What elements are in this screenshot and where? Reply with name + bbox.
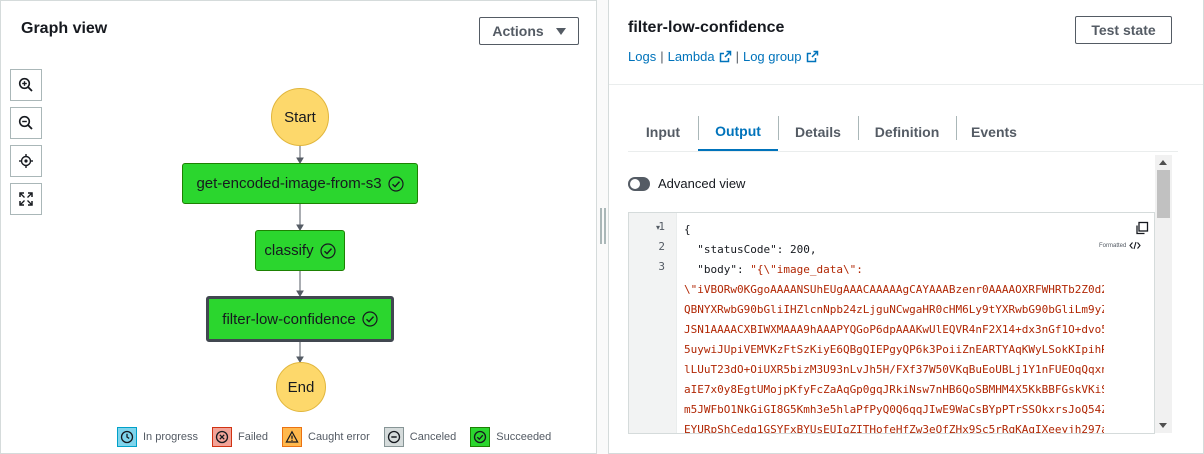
tabs-divider (628, 151, 1178, 152)
formatted-label: Formatted (1099, 242, 1127, 249)
json-value: "{\"image_data\": (750, 263, 863, 276)
start-node: Start (271, 88, 329, 146)
code-content: { "statusCode": 200, "body": "{\"image_d… (684, 220, 1104, 434)
resource-links: Logs | Lambda | Log group (628, 49, 819, 64)
code-brackets-icon (1129, 241, 1142, 250)
code-wrapped-line: m5JWFbO1NkGiGI8G5Kmh3e5hlaPfPyQ0Q6qqJIwE… (684, 403, 1104, 416)
start-label: Start (284, 108, 316, 126)
json-key: "body" (697, 263, 737, 276)
line-number: 2 (658, 240, 665, 253)
legend-canceled: Canceled (383, 427, 457, 447)
code-wrapped-line: QBNYXRwbG90bGliIHZlcnNpb24zLjguNCwgaHR0c… (684, 303, 1104, 316)
log-group-link-label: Log group (742, 49, 802, 64)
legend-label: Failed (238, 431, 268, 443)
external-link-icon (719, 50, 731, 63)
check-circle-icon (362, 311, 378, 327)
state-label: filter-low-confidence (222, 310, 356, 328)
scroll-thumb[interactable] (1157, 170, 1170, 218)
check-circle-icon (387, 175, 404, 192)
advanced-view-label: Advanced view (658, 176, 746, 191)
end-label: End (287, 378, 315, 396)
legend-in-progress: In progress (117, 427, 198, 447)
tab-details[interactable]: Details (778, 112, 858, 152)
code-line: "body": "{\"image_data\": (697, 263, 863, 276)
tab-input[interactable]: Input (628, 112, 698, 152)
legend-succeeded: Succeeded (470, 427, 551, 447)
code-wrapped-line: \"iVBORw0KGgoAAAANSUhEUgAAACAAAAAgCAYAAA… (684, 283, 1104, 296)
code-wrapped-line: EYURpShCedq1GSYFxBYUsEUIgZITHofeHfZw3eOf… (684, 423, 1104, 434)
line-gutter: 1 ▾ 2 3 (629, 213, 677, 433)
splitter-grip (600, 208, 602, 244)
legend-caught-error: Caught error (282, 427, 370, 447)
output-code-editor[interactable]: 1 ▾ 2 3 { "statusCode": 200, "body": "{\… (628, 212, 1155, 434)
formatted-toggle[interactable]: Formatted (1099, 241, 1142, 250)
status-legend: In progress Failed Caught error Canceled… (117, 427, 565, 447)
state-details-panel: filter-low-confidence Test state Logs | … (609, 0, 1204, 454)
state-node-filter-low-confidence[interactable]: filter-low-confidence (206, 296, 394, 342)
code-wrapped-line: JSN1AAAACXBIWXMAAA9hAAAPYQGoP6dpAAAKwUlE… (684, 323, 1104, 336)
code-wrapped-line: aIE7x0y8EgtUMojpKfyFcZaAqGp0gqJRkiNsw7nH… (684, 383, 1104, 396)
copy-icon[interactable] (1135, 221, 1149, 235)
logs-link[interactable]: Logs (628, 49, 656, 64)
legend-label: Succeeded (496, 431, 552, 443)
json-value: 200 (789, 243, 810, 256)
code-wrapped-line: lLUuT23dO+OiUXR5bizM3U93nLvJh5H/FXf37W50… (684, 363, 1104, 376)
test-state-button[interactable]: Test state (1075, 16, 1172, 44)
log-group-link[interactable]: Log group (743, 49, 819, 64)
state-label: classify (264, 242, 314, 259)
state-label: get-encoded-image-from-s3 (196, 175, 382, 192)
tab-events[interactable]: Events (956, 112, 1032, 152)
check-circle-icon (319, 242, 336, 259)
code-wrapped-line: 5uywiJUpiVEMVKzFtSzKiyE6QBgQIEPgyQP6k3Po… (684, 343, 1104, 356)
clock-icon (117, 427, 137, 447)
link-separator: | (735, 49, 739, 64)
advanced-view-toggle-row: Advanced view (628, 176, 745, 191)
tab-definition[interactable]: Definition (858, 112, 956, 152)
legend-failed: Failed (212, 427, 268, 447)
legend-label: In progress (143, 431, 199, 443)
detail-tabs: Input Output Details Definition Events (628, 112, 1032, 152)
scroll-down-icon[interactable] (1159, 423, 1167, 428)
fold-caret-icon[interactable]: ▾ (656, 223, 660, 232)
lambda-link-label: Lambda (667, 49, 715, 64)
tab-output[interactable]: Output (698, 112, 778, 152)
warning-icon (282, 427, 302, 447)
end-node: End (276, 362, 326, 412)
lambda-link[interactable]: Lambda (668, 49, 732, 64)
minus-icon (383, 427, 404, 447)
state-title: filter-low-confidence (628, 19, 785, 36)
panel-splitter[interactable] (597, 0, 609, 454)
line-number: 3 (658, 260, 665, 273)
scroll-up-icon[interactable] (1159, 160, 1167, 165)
splitter-grip (604, 208, 606, 244)
link-separator: | (660, 49, 664, 64)
header-divider (609, 84, 1203, 85)
advanced-view-toggle[interactable] (628, 176, 650, 191)
state-node-get-encoded-image[interactable]: get-encoded-image-from-s3 (182, 163, 418, 204)
check-icon (470, 427, 491, 447)
legend-label: Caught error (308, 431, 370, 443)
legend-label: Canceled (409, 431, 457, 443)
external-link-icon (806, 50, 818, 63)
graph-view-panel: Graph view Actions Start get-encoded-ima… (0, 0, 597, 454)
code-line: "statusCode": 200, (697, 243, 817, 256)
code-line: { (684, 223, 691, 236)
json-key: "statusCode" (697, 243, 777, 256)
state-node-classify[interactable]: classify (255, 230, 345, 271)
vertical-scrollbar[interactable] (1155, 155, 1172, 433)
x-icon (212, 427, 233, 447)
